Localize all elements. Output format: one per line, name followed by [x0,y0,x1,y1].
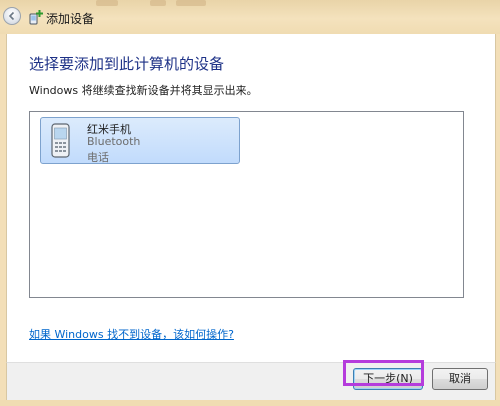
window-bottom-edge [0,400,500,406]
add-device-window: 添加设备 选择要添加到此计算机的设备 Windows 将继续查找新设备并将其显示… [0,0,500,406]
background-blur [96,0,118,6]
page-heading: 选择要添加到此计算机的设备 [29,55,225,73]
title-bar: 添加设备 [0,0,500,34]
next-button[interactable]: 下一步(N) [353,368,423,390]
mobile-phone-icon [51,123,70,158]
back-button[interactable] [3,7,21,25]
add-device-icon [29,10,43,25]
window-title: 添加设备 [46,12,95,26]
wizard-content: 选择要添加到此计算机的设备 Windows 将继续查找新设备并将其显示出来。 红… [6,34,496,362]
device-item-redmi[interactable]: 红米手机 Bluetooth 电话 [40,117,240,164]
device-category: 电话 [87,151,109,164]
background-blur [150,0,166,6]
background-blur [176,0,206,6]
back-arrow-icon [8,11,15,21]
cancel-button[interactable]: 取消 [432,368,488,390]
help-link[interactable]: 如果 Windows 找不到设备，该如何操作? [29,326,234,342]
device-list[interactable]: 红米手机 Bluetooth 电话 [29,111,464,298]
command-bar: 下一步(N) 取消 [6,362,496,400]
device-connection: Bluetooth [87,135,141,148]
page-description: Windows 将继续查找新设备并将其显示出来。 [29,84,258,97]
